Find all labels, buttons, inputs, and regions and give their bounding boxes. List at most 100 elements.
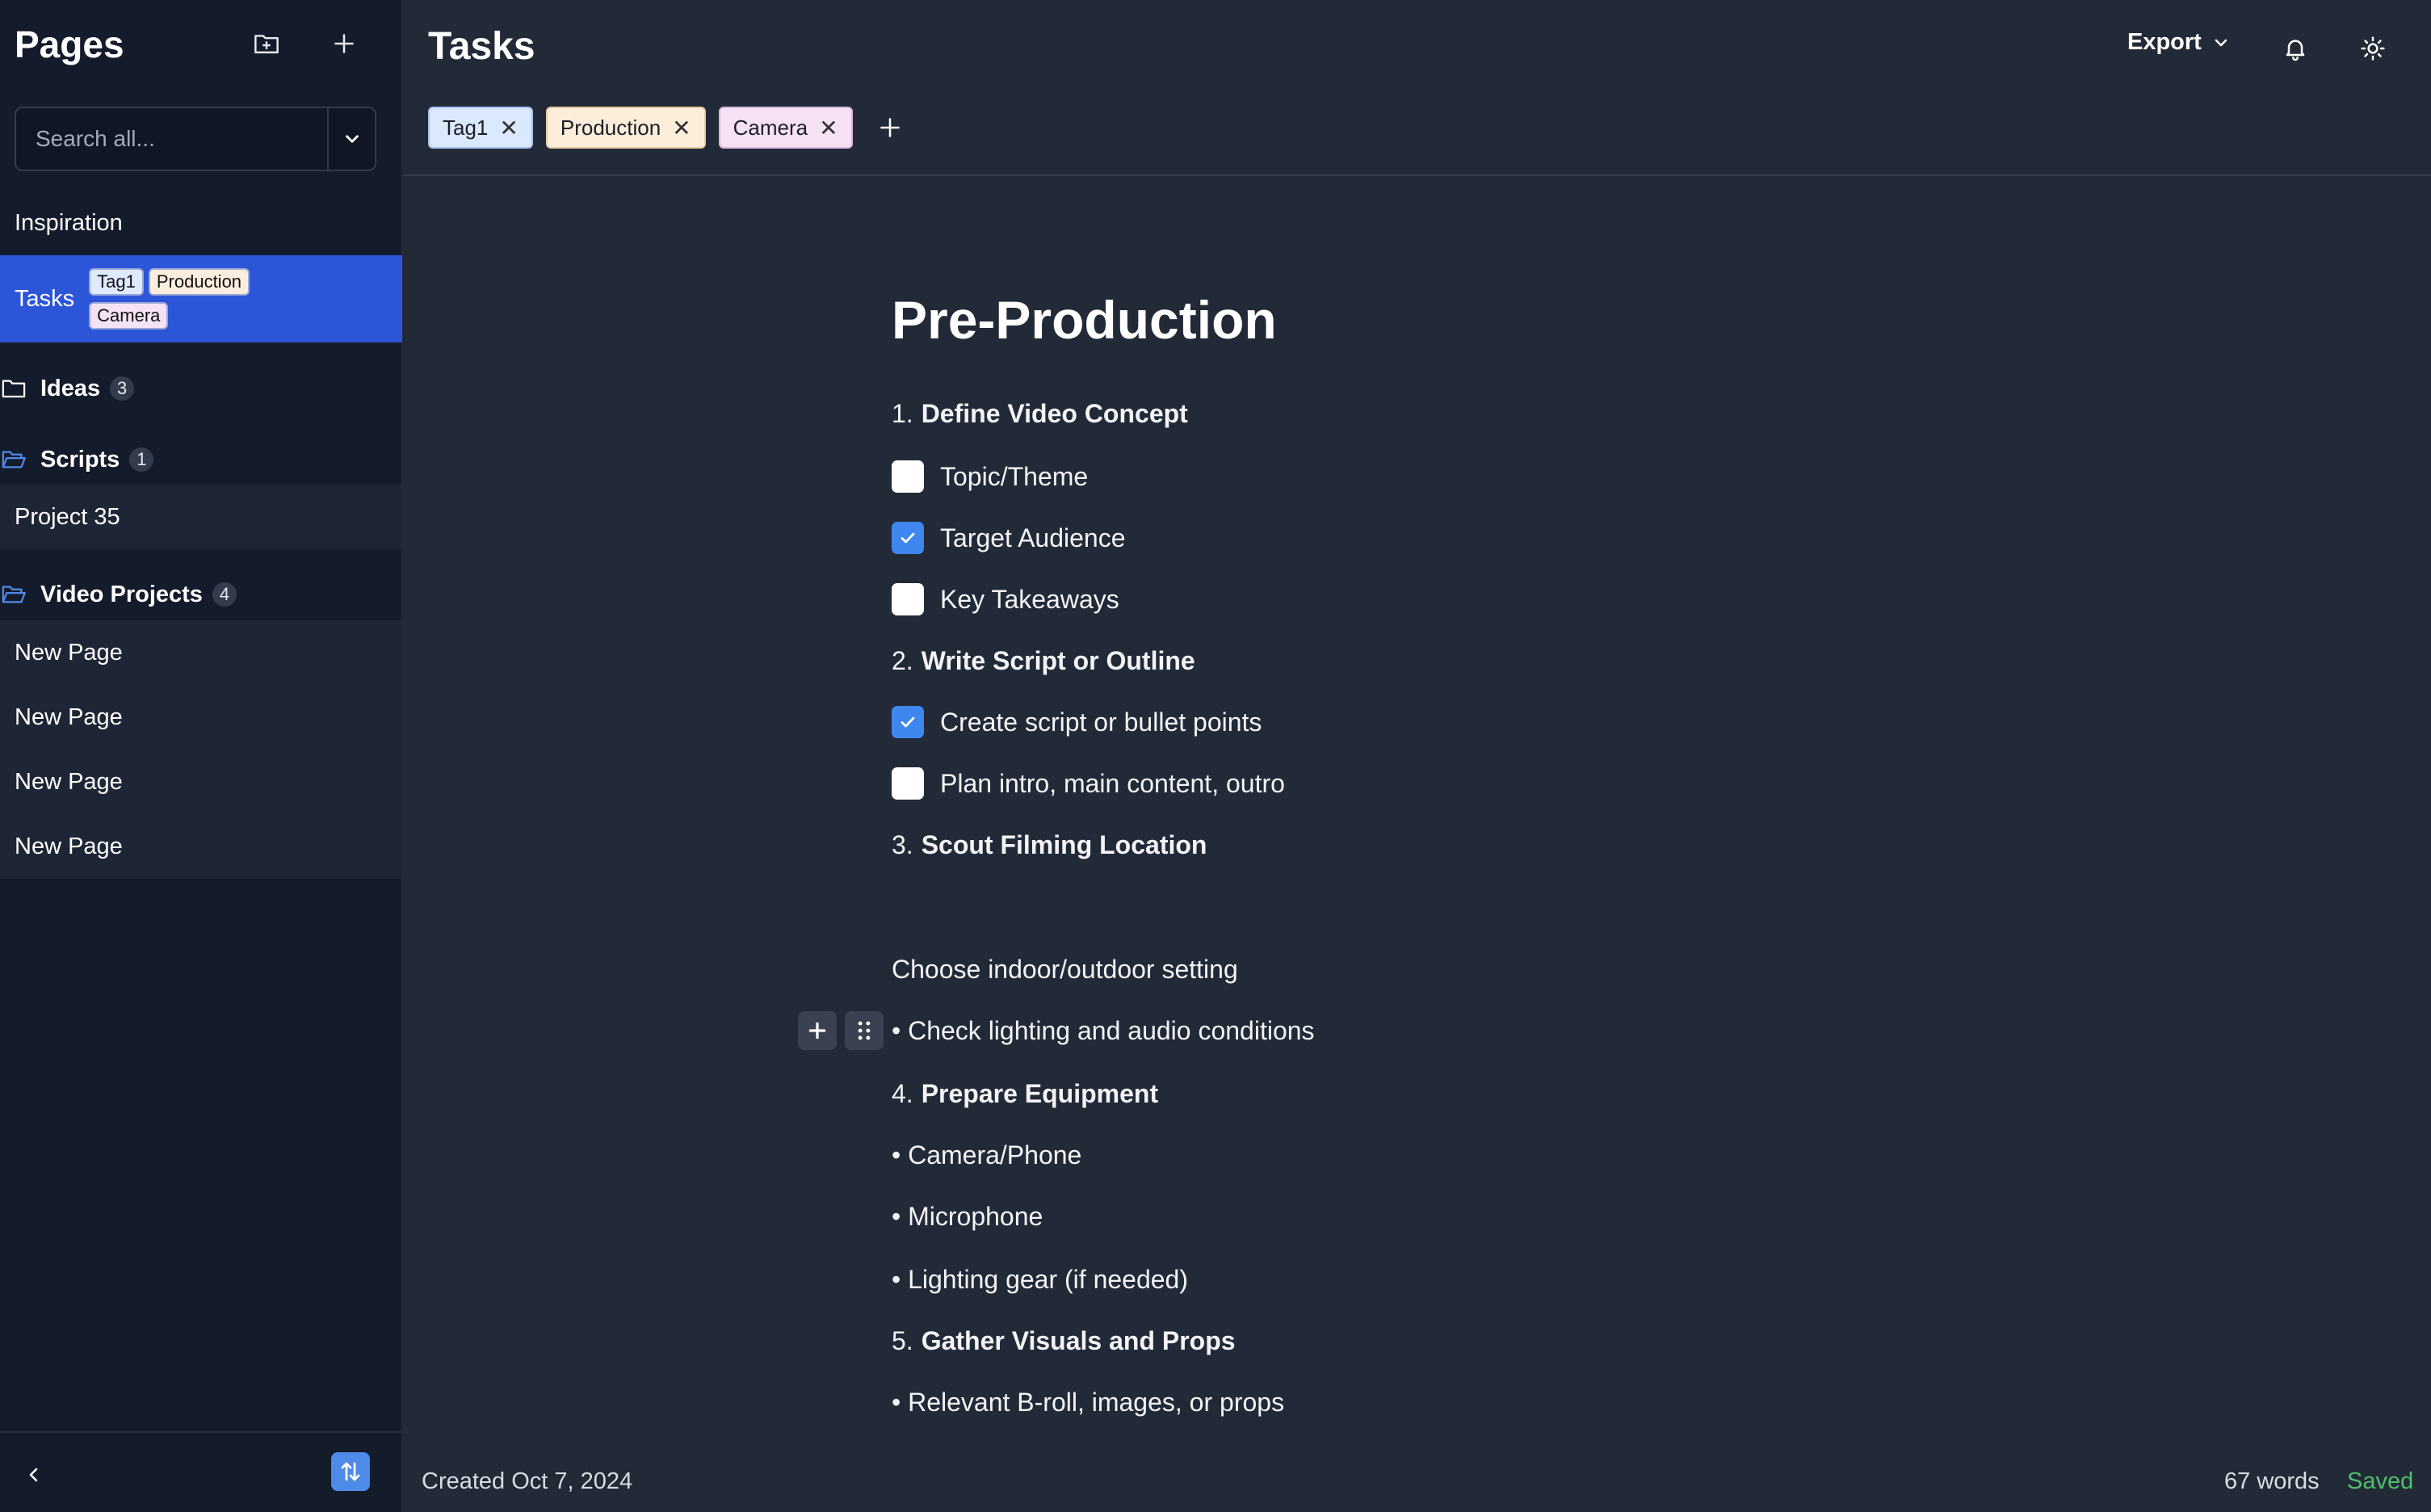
numbered-heading[interactable]: 1. Define Video Concept [892,399,1188,429]
checklist-item[interactable]: Target Audience [892,522,1126,554]
paragraph-text: • Microphone [892,1202,1043,1231]
search-filter-dropdown[interactable] [327,108,375,170]
add-tag-button[interactable] [872,110,908,145]
document-title[interactable]: Pre-Production [892,289,1277,351]
tag-chip[interactable]: Camera ✕ [718,107,853,149]
numbered-heading[interactable]: 3. Scout Filming Location [892,830,1207,860]
paragraph-text: • Camera/Phone [892,1140,1082,1170]
folder-icon [2,377,27,400]
numbered-heading[interactable]: 5. Gather Visuals and Props [892,1326,1236,1356]
sidebar-folder-ideas[interactable]: Ideas 3 [0,368,402,409]
tag-label: Production [560,115,661,140]
sidebar-item-project-35[interactable]: Project 35 [0,485,402,549]
new-page-button[interactable] [325,24,363,63]
checkmark-icon [901,716,915,728]
plus-icon [880,118,900,137]
remove-tag-icon[interactable]: ✕ [672,115,691,141]
bullet-item[interactable]: • Check lighting and audio conditions [892,1016,1315,1046]
page-title: Tasks [428,25,535,68]
sidebar-item-new-page[interactable]: New Page [0,620,402,685]
checklist-text: Target Audience [940,523,1126,552]
folder-open-icon [2,583,27,606]
folder-count-badge: 1 [129,447,154,472]
tag-label: Tag1 [443,115,489,140]
search-box [15,107,376,171]
sidebar-item-tasks[interactable]: Tasks Tag1 Production Camera [0,255,402,342]
sidebar-tag: Tag1 [89,268,144,296]
list-number: 1. [892,399,913,428]
tag-chip[interactable]: Tag1 ✕ [428,107,533,149]
checkbox[interactable] [892,583,924,615]
sidebar-item-inspiration[interactable]: Inspiration [0,202,402,244]
sidebar: Pages Inspiration Tasks Tag1 Production … [0,0,402,1512]
sidebar-folder-label: Scripts [40,446,120,472]
export-label: Export [2127,29,2202,55]
paragraph-text: Choose indoor/outdoor setting [892,955,1238,984]
checkbox[interactable] [892,460,924,493]
heading-text: Write Script or Outline [921,646,1195,675]
bell-icon [2286,40,2305,61]
sidebar-footer [0,1431,402,1512]
folder-plus-icon [254,35,279,54]
drag-handle[interactable] [845,1011,884,1050]
created-date: Created Oct 7, 2024 [422,1468,633,1494]
chevron-left-icon [29,1468,38,1482]
plus-icon [808,1022,826,1040]
sidebar-item-tags: Tag1 Production Camera [89,268,254,330]
checklist-item[interactable]: Key Takeaways [892,583,1119,615]
checklist-text: Create script or bullet points [940,707,1262,737]
heading-text: Gather Visuals and Props [921,1326,1236,1355]
sidebar-folder-label: Video Projects [40,581,203,607]
bullet-item[interactable]: • Relevant B-roll, images, or props [892,1388,1284,1418]
collapse-sidebar-button[interactable] [18,1459,50,1491]
export-button[interactable]: Export [2127,29,2231,56]
sidebar-item-label: New Page [15,833,123,859]
search-input[interactable] [16,108,327,170]
sidebar-folder-label: Ideas [40,375,101,401]
remove-tag-icon[interactable]: ✕ [499,115,518,141]
theme-toggle-button[interactable] [2353,29,2392,68]
bullet-item[interactable]: • Camera/Phone [892,1140,1081,1170]
paragraph-text: • Relevant B-roll, images, or props [892,1388,1285,1417]
checklist-text: Plan intro, main content, outro [940,768,1285,798]
checklist-item[interactable]: Topic/Theme [892,460,1088,493]
heading-text: Prepare Equipment [921,1079,1159,1108]
tag-chip[interactable]: Production ✕ [545,107,706,149]
sidebar-tag: Camera [89,302,169,330]
sidebar-item-new-page[interactable]: New Page [0,814,402,879]
add-block-button[interactable] [798,1011,837,1050]
checklist-item[interactable]: Plan intro, main content, outro [892,767,1285,800]
sort-arrows-icon [341,1462,360,1481]
tag-label: Camera [733,115,808,140]
paragraph[interactable]: Choose indoor/outdoor setting [892,955,1238,985]
checklist-item[interactable]: Create script or bullet points [892,706,1262,738]
numbered-heading[interactable]: 2. Write Script or Outline [892,646,1195,676]
remove-tag-icon[interactable]: ✕ [819,115,838,141]
block-toolbar [798,1011,892,1050]
bullet-item[interactable]: • Microphone [892,1202,1043,1232]
folder-count-badge: 4 [212,582,237,607]
bullet-item[interactable]: • Lighting gear (if needed) [892,1265,1188,1295]
sidebar-item-label: New Page [15,639,123,666]
sidebar-item-new-page[interactable]: New Page [0,750,402,814]
checkbox[interactable] [892,767,924,800]
sidebar-folder-scripts[interactable]: Scripts 1 [0,439,402,480]
new-folder-button[interactable] [247,24,286,63]
sidebar-item-label: New Page [15,704,123,730]
checkbox[interactable] [892,522,924,554]
sidebar-folder-video-projects[interactable]: Video Projects 4 [0,573,402,615]
checkbox[interactable] [892,706,924,738]
notifications-button[interactable] [2276,29,2315,68]
heading-text: Scout Filming Location [921,830,1207,859]
chevron-down-icon [2215,39,2227,46]
sort-button[interactable] [331,1452,370,1491]
sidebar-tag: Production [148,268,250,296]
sidebar-item-new-page[interactable]: New Page [0,685,402,750]
sun-icon [2361,36,2385,61]
checkmark-icon [901,532,915,544]
sidebar-title: Pages [15,23,124,65]
list-number: 3. [892,830,913,859]
plus-icon [334,34,354,53]
numbered-heading[interactable]: 4. Prepare Equipment [892,1079,1158,1109]
folder-count-badge: 3 [110,376,135,401]
